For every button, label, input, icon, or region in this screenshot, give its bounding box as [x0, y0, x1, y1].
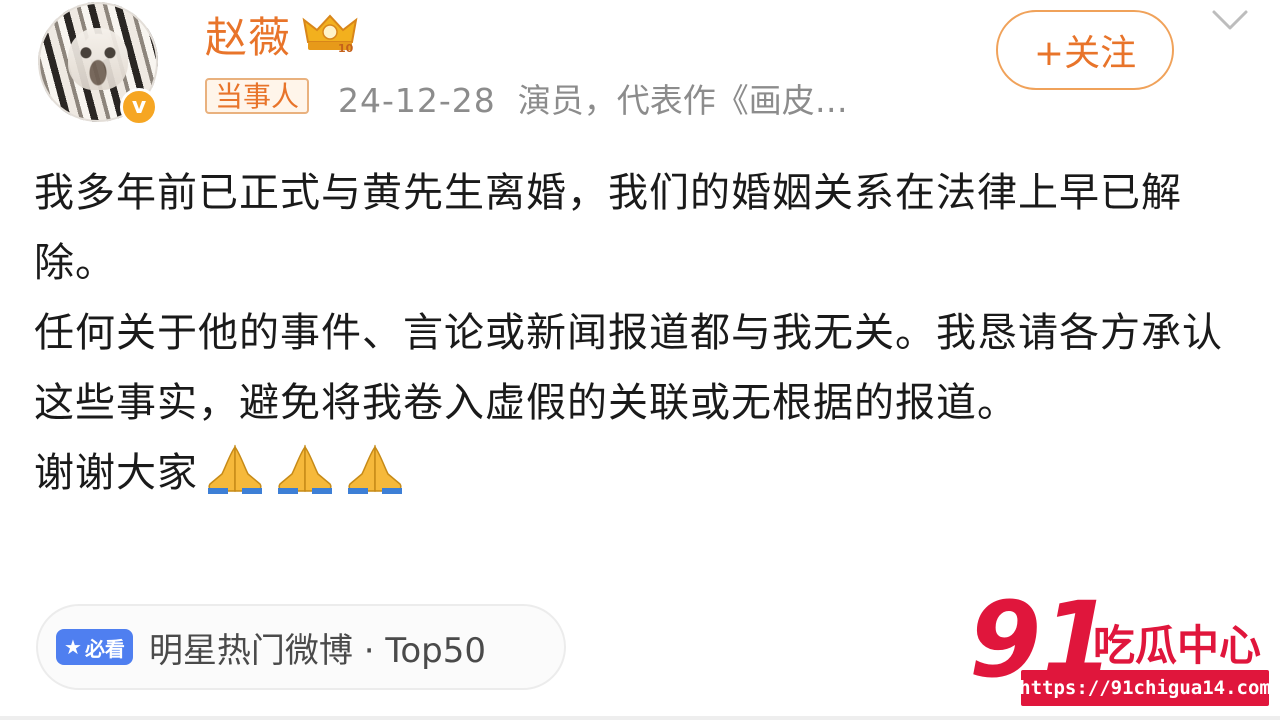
must-see-badge: ★ 必看: [56, 629, 133, 665]
post-paragraph: 谢谢大家: [34, 438, 1249, 508]
watermark-logo-text: 吃瓜中心: [1093, 621, 1261, 670]
emoji-row: [204, 444, 406, 494]
verified-badge-icon: v: [120, 88, 158, 126]
user-bio[interactable]: 演员，代表作《画皮…: [518, 81, 848, 120]
pray-icon: [208, 444, 262, 494]
post-closing: 谢谢大家: [34, 450, 198, 496]
must-see-label: 必看: [84, 636, 125, 661]
divider: [0, 716, 1280, 720]
username[interactable]: 赵薇: [205, 4, 291, 65]
post-paragraph: 任何关于他的事件、言论或新闻报道都与我无关。我恳请各方承认这些事实，避免将我卷入…: [34, 310, 1223, 426]
weibo-post: v 赵薇 10 +关注 当事人 24-12-28 演员，代表作《画皮… 我多年前已…: [0, 0, 1280, 720]
star-icon: ★: [64, 635, 82, 659]
pray-icon: [278, 444, 332, 494]
follow-button[interactable]: +关注: [996, 10, 1174, 90]
watermark-url: https://91chigua14.com: [1019, 670, 1271, 706]
party-tag: 当事人: [205, 78, 310, 114]
vip-crown-icon: 10: [302, 14, 358, 54]
svg-text:10: 10: [338, 42, 354, 54]
hot-topic-chip[interactable]: ★ 必看 明星热门微博 · Top50: [36, 604, 566, 690]
tiger-face-icon: [68, 28, 128, 90]
post-meta: 24-12-28 演员，代表作《画皮…: [338, 74, 848, 122]
hot-topic-label: 明星热门微博 · Top50: [148, 630, 486, 671]
chevron-down-icon[interactable]: [1210, 6, 1250, 36]
post-date: 24-12-28: [338, 81, 496, 120]
post-body: 我多年前已正式与黄先生离婚，我们的婚姻关系在法律上早已解除。 任何关于他的事件、…: [34, 158, 1249, 508]
post-paragraph: 我多年前已正式与黄先生离婚，我们的婚姻关系在法律上早已解除。: [34, 170, 1182, 286]
pray-icon: [348, 444, 402, 494]
